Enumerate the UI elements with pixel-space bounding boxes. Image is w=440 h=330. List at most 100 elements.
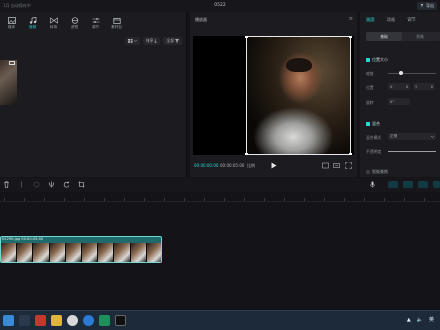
- clip-frame: [130, 243, 147, 262]
- opacity-slider[interactable]: [388, 151, 436, 152]
- tool-package[interactable]: 素材包: [106, 12, 127, 34]
- undo-icon[interactable]: [33, 181, 40, 188]
- ruler-tick: [404, 198, 405, 201]
- filter-all-button[interactable]: 全部: [163, 37, 182, 45]
- tool-label: 媒体: [7, 24, 16, 29]
- position-size-section[interactable]: 位置大小: [366, 57, 388, 63]
- player-title: 播放器: [195, 17, 207, 22]
- volume-icon[interactable]: 🔈: [417, 317, 423, 323]
- ruler-tick: [24, 198, 25, 201]
- tool-audio[interactable]: 音频: [22, 12, 43, 34]
- ruler-tick: [324, 198, 325, 201]
- network-icon[interactable]: ▲: [407, 317, 411, 323]
- sort-icon: [154, 39, 158, 43]
- capcut-window: 1月 自动保存中 0522 导出 媒体 音频 转场 滤镜 调节 素材包 排序 全…: [0, 0, 440, 330]
- blend-mode-select[interactable]: 正常: [388, 133, 436, 140]
- browser-icon[interactable]: [67, 315, 78, 326]
- main-track-link-button[interactable]: [388, 181, 398, 188]
- clip-frame: [146, 243, 161, 262]
- video-clip[interactable]: 05290.jpg 00:00:05:00: [0, 236, 162, 263]
- timeline-ruler[interactable]: [0, 192, 440, 202]
- microphone-icon[interactable]: [369, 181, 376, 188]
- wechat-icon[interactable]: [99, 315, 110, 326]
- tab-animation[interactable]: 动画: [381, 15, 402, 24]
- clip-frame: [81, 243, 99, 262]
- zoom-button[interactable]: [433, 181, 440, 188]
- tool-adjust[interactable]: 调节: [85, 12, 106, 34]
- menu-icon[interactable]: ≡: [349, 16, 353, 22]
- top-toolbar: 媒体 音频 转场 滤镜 调节 素材包: [0, 12, 187, 34]
- video-frame[interactable]: [245, 36, 352, 155]
- resize-handle[interactable]: [349, 153, 352, 155]
- rotate-icon[interactable]: [63, 181, 70, 188]
- delete-icon[interactable]: [3, 181, 10, 188]
- subtab-basic[interactable]: 基础: [366, 32, 402, 41]
- app-icon[interactable]: [35, 315, 46, 326]
- tab-adjust[interactable]: 调节: [401, 15, 422, 24]
- start-icon[interactable]: [3, 315, 14, 326]
- chevron-down-icon: [431, 135, 434, 138]
- aspect-icon[interactable]: [333, 162, 340, 169]
- subtab-keying[interactable]: 抠像: [402, 32, 438, 41]
- play-icon[interactable]: [271, 162, 277, 169]
- ime-indicator[interactable]: 英: [429, 316, 434, 323]
- ruler-tick: [284, 198, 285, 201]
- scale-slider[interactable]: [388, 73, 436, 74]
- rotation-field[interactable]: 0°: [388, 98, 410, 105]
- tool-transition[interactable]: 转场: [43, 12, 64, 34]
- position-y-field[interactable]: Y 0: [413, 83, 435, 90]
- resize-handle[interactable]: [245, 36, 248, 38]
- mirror-icon[interactable]: [48, 181, 55, 188]
- tab-picture[interactable]: 画面: [360, 15, 381, 24]
- split-icon[interactable]: [18, 181, 25, 188]
- checkbox-icon[interactable]: [366, 58, 370, 62]
- funnel-icon: [175, 39, 179, 43]
- fullscreen-icon[interactable]: [345, 162, 352, 169]
- preview-axis-button[interactable]: [403, 181, 413, 188]
- tool-media[interactable]: 媒体: [1, 12, 22, 34]
- search-icon[interactable]: [19, 315, 30, 326]
- system-tray: ▲ 🔈 英: [407, 316, 434, 324]
- clip-frame: [33, 243, 50, 262]
- media-icon: [7, 16, 16, 24]
- media-thumbnail[interactable]: [0, 60, 17, 105]
- capcut-icon[interactable]: [115, 315, 126, 326]
- ratio-label[interactable]: 比例: [247, 163, 255, 169]
- snap-button[interactable]: [418, 181, 428, 188]
- folder-icon[interactable]: [51, 315, 62, 326]
- ruler-tick: [244, 198, 245, 201]
- x-axis-label: X: [390, 84, 393, 89]
- transition-icon: [49, 16, 58, 24]
- crop-icon[interactable]: [78, 181, 85, 188]
- ruler-tick: [384, 198, 385, 201]
- ruler-tick: [84, 198, 85, 201]
- checkbox-icon[interactable]: [366, 122, 370, 126]
- checkbox-icon[interactable]: [366, 170, 370, 174]
- screenshot-icon[interactable]: [322, 162, 329, 169]
- section-title: 智能美颜: [372, 169, 388, 174]
- video-preview[interactable]: [193, 36, 354, 155]
- resize-handle[interactable]: [349, 36, 352, 38]
- sort-button[interactable]: 排序: [142, 37, 161, 45]
- clip-frame: [114, 243, 131, 262]
- package-icon: [112, 17, 121, 24]
- audio-icon: [29, 16, 36, 24]
- ruler-tick: [104, 198, 105, 201]
- resize-handle[interactable]: [245, 153, 248, 155]
- project-title: 0522: [214, 3, 226, 8]
- ruler-tick: [264, 198, 265, 201]
- position-x-field[interactable]: X 0: [388, 83, 410, 90]
- beauty-section[interactable]: 智能美颜: [366, 169, 388, 175]
- tool-filter[interactable]: 滤镜: [64, 12, 85, 34]
- blend-section[interactable]: 混合: [366, 121, 380, 127]
- scale-slider-knob[interactable]: [399, 71, 403, 75]
- tool-label: 调节: [91, 24, 100, 29]
- export-button[interactable]: 导出: [417, 2, 437, 10]
- view-toggle[interactable]: [124, 37, 140, 45]
- edge-icon[interactable]: [83, 315, 94, 326]
- ruler-tick: [364, 198, 365, 201]
- timeline[interactable]: 05290.jpg 00:00:05:00: [0, 192, 440, 307]
- section-title: 位置大小: [372, 57, 388, 62]
- blend-mode-value: 正常: [390, 134, 398, 138]
- windows-taskbar: ▲ 🔈 英: [0, 310, 440, 330]
